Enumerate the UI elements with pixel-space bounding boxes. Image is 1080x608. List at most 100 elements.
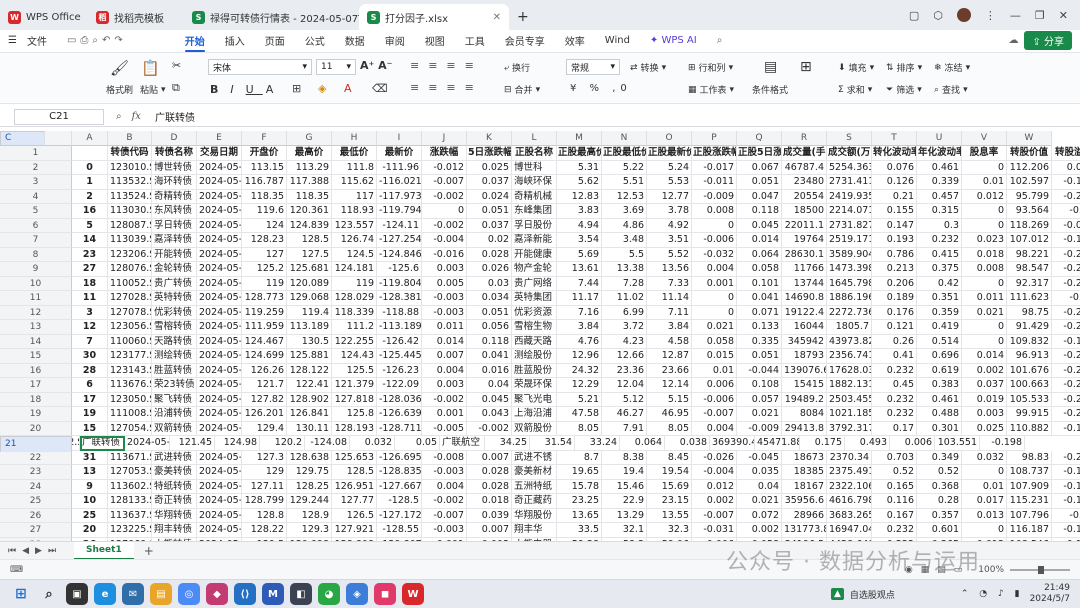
font-select[interactable]: 宋体 ▾ xyxy=(208,59,312,75)
cell[interactable]: 0.52 xyxy=(872,465,917,480)
cell[interactable]: 127.11 xyxy=(242,479,287,494)
cell[interactable]: 0.017 xyxy=(962,494,1007,509)
cell[interactable]: 0.025 xyxy=(962,421,1007,436)
cell[interactable]: 嘉泽新能 xyxy=(512,233,557,248)
cell[interactable]: -0.106 xyxy=(1052,523,1080,538)
search-icon[interactable]: ⌕ xyxy=(707,35,733,46)
cell[interactable]: 92.317 xyxy=(1007,276,1052,291)
cell[interactable]: 19489.2 xyxy=(782,392,827,407)
cell[interactable]: 0.514 xyxy=(917,334,962,349)
menu-home[interactable]: 开始 xyxy=(175,33,215,52)
cell[interactable]: 广联航空 xyxy=(440,436,485,451)
cell[interactable]: 118.93 xyxy=(332,204,377,219)
cell[interactable]: -127.667 xyxy=(377,479,422,494)
cell[interactable]: 0.457 xyxy=(917,189,962,204)
cell[interactable]: 13.29 xyxy=(602,508,647,523)
cell[interactable]: 豪美转债 xyxy=(152,465,197,480)
cell[interactable]: 0.339 xyxy=(917,175,962,190)
cond-format-icon[interactable]: ▤ xyxy=(764,59,777,75)
cell[interactable]: -0.005 xyxy=(422,421,467,436)
cell[interactable]: 0.038 xyxy=(665,436,710,451)
cell[interactable]: 0.696 xyxy=(917,349,962,364)
column-header[interactable]: E xyxy=(197,131,242,146)
cell[interactable]: 111008.SH xyxy=(108,407,152,422)
cell[interactable]: 奇精机械 xyxy=(512,189,557,204)
cell[interactable]: 0.016 xyxy=(467,363,512,378)
sheet-nav-icons[interactable]: ⏮◀▶⏭ xyxy=(8,546,62,556)
cell[interactable]: 126.5 xyxy=(332,508,377,523)
cell[interactable]: 119 xyxy=(242,276,287,291)
row-header[interactable]: 2 xyxy=(0,160,72,175)
cell[interactable]: 100.663 xyxy=(1007,378,1052,393)
fx-icon[interactable]: fx xyxy=(132,111,141,122)
cell[interactable]: 0.101 xyxy=(737,276,782,291)
cell[interactable]: 19.54 xyxy=(647,465,692,480)
column-header[interactable]: G xyxy=(287,131,332,146)
cell[interactable]: 2024-05-07 xyxy=(197,363,242,378)
menu-file[interactable]: 文件 xyxy=(27,33,57,48)
cell[interactable]: 物产金轮 xyxy=(512,262,557,277)
cell[interactable]: 25 xyxy=(72,508,108,523)
cell[interactable]: 3 xyxy=(72,305,108,320)
cell[interactable]: 2024-05-07 xyxy=(197,291,242,306)
cell[interactable]: -0.044 xyxy=(737,363,782,378)
sort-button[interactable]: ⇅ 排序 ▾ xyxy=(886,61,922,75)
cell[interactable]: 双箭转债 xyxy=(152,421,197,436)
cell[interactable]: -0.238 xyxy=(1052,320,1080,335)
cell[interactable]: 129.4 xyxy=(242,421,287,436)
row-header[interactable]: 14 xyxy=(0,334,72,349)
cell[interactable]: 0.26 xyxy=(872,334,917,349)
column-title[interactable]: 最低价 xyxy=(332,146,377,161)
cell[interactable]: 0.008 xyxy=(962,262,1007,277)
cell[interactable]: -0.282 xyxy=(1052,451,1080,465)
row-header[interactable]: 18 xyxy=(0,392,72,407)
cell[interactable]: 4.86 xyxy=(602,218,647,233)
cell[interactable]: 18385 xyxy=(782,465,827,480)
cell[interactable]: 113.29 xyxy=(287,160,332,175)
search-icon[interactable]: ⌕ xyxy=(38,583,60,605)
cell[interactable]: -0.002 xyxy=(422,392,467,407)
cell[interactable]: 0.213 xyxy=(872,262,917,277)
find-button[interactable]: ⌕ 查找 ▾ xyxy=(934,83,968,97)
cell[interactable]: 28630.1 xyxy=(782,247,827,262)
cell[interactable]: 105.533 xyxy=(1007,392,1052,407)
cell[interactable]: 2024-05-07 xyxy=(197,247,242,262)
cell[interactable]: 0.032 xyxy=(962,450,1007,465)
column-header[interactable]: R xyxy=(782,131,827,146)
cell[interactable]: 0.007 xyxy=(467,523,512,538)
cell[interactable]: 0.52 xyxy=(917,465,962,480)
cell[interactable]: -0.204 xyxy=(1052,306,1080,320)
cell[interactable]: 0.118 xyxy=(737,204,782,219)
cell[interactable]: -0.006 xyxy=(692,233,737,248)
worksheet-button[interactable]: ▦ 工作表 ▾ xyxy=(688,83,734,97)
cell[interactable]: 139076.6 xyxy=(782,363,827,378)
cell[interactable]: 沿浦转债 xyxy=(152,407,197,422)
cell[interactable]: 47.58 xyxy=(557,407,602,422)
cell[interactable]: -0.008 xyxy=(422,450,467,465)
cell[interactable]: 112.206 xyxy=(1007,160,1052,175)
tab-template[interactable]: 稻 找稻壳模板 xyxy=(88,4,184,30)
cell[interactable]: 0.014 xyxy=(737,233,782,248)
cell[interactable]: 3.54 xyxy=(557,233,602,248)
cell[interactable]: -0.009 xyxy=(692,189,737,204)
cell[interactable]: 0 xyxy=(962,160,1007,175)
cell[interactable]: -124.846 xyxy=(377,247,422,262)
cell[interactable]: -0.004 xyxy=(422,233,467,248)
column-header[interactable]: I xyxy=(377,131,422,146)
cell[interactable]: 0.003 xyxy=(422,378,467,393)
cell[interactable]: 10 xyxy=(72,494,108,509)
cell[interactable]: 武进不锈 xyxy=(512,450,557,465)
cell[interactable]: 13.61 xyxy=(557,262,602,277)
column-title[interactable]: 最新价 xyxy=(377,146,422,161)
cell[interactable]: -0.271 xyxy=(1052,248,1080,262)
cell[interactable]: 5.5 xyxy=(602,247,647,262)
cell[interactable]: 0.004 xyxy=(692,262,737,277)
cell[interactable]: 0.024 xyxy=(467,189,512,204)
cell[interactable]: 5.69 xyxy=(557,247,602,262)
cell[interactable]: 31 xyxy=(72,450,108,465)
cell[interactable]: -0.009 xyxy=(737,421,782,436)
cell[interactable]: 豪美新材 xyxy=(512,465,557,480)
format-painter-icon[interactable]: 🖌 xyxy=(110,59,129,77)
cell[interactable]: 12.66 xyxy=(602,349,647,364)
cell[interactable]: 胜蓝股份 xyxy=(512,363,557,378)
